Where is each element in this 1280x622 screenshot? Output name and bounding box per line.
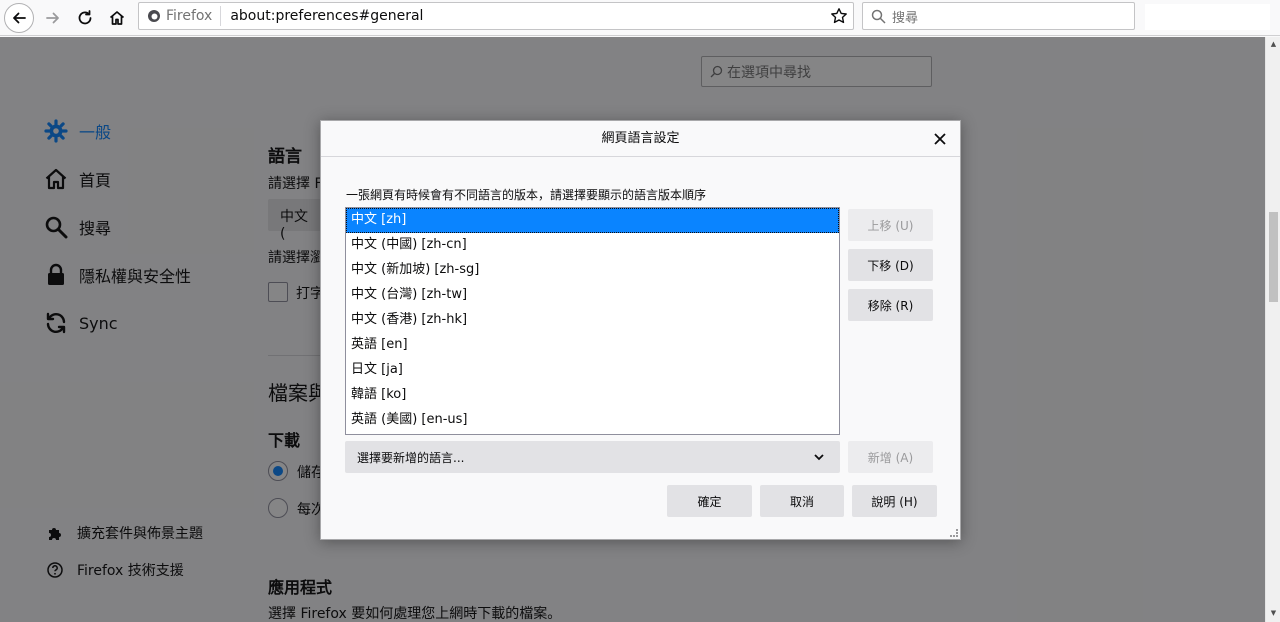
list-item[interactable]: 中文 (新加坡) [zh-sg]: [346, 258, 839, 283]
cancel-button[interactable]: 取消: [760, 485, 844, 517]
list-item[interactable]: 英語 [en]: [346, 333, 839, 358]
search-icon: [871, 9, 886, 24]
list-item[interactable]: 中文 [zh]: [346, 208, 839, 233]
list-item[interactable]: 中文 (香港) [zh-hk]: [346, 308, 839, 333]
list-item[interactable]: 英語 (美國) [en-us]: [346, 408, 839, 433]
page-scrollbar[interactable]: ▲ ▼: [1265, 37, 1280, 622]
scroll-up-arrow-icon[interactable]: ▲: [1269, 40, 1278, 48]
dialog-description: 一張網頁有時候會有不同語言的版本，請選擇要顯示的語言版本順序: [346, 188, 707, 202]
dialog-title: 網頁語言設定: [321, 121, 960, 157]
arrow-left-icon: [13, 12, 26, 24]
list-item[interactable]: 中文 (中國) [zh-cn]: [346, 233, 839, 258]
back-button[interactable]: [4, 3, 34, 33]
chevron-down-icon: [814, 454, 824, 461]
add-button[interactable]: 新增 (A): [848, 441, 933, 473]
language-list[interactable]: 中文 [zh] 中文 (中國) [zh-cn] 中文 (新加坡) [zh-sg]…: [345, 207, 840, 435]
reload-button[interactable]: [70, 3, 100, 33]
close-icon: [934, 133, 946, 145]
identity-label: Firefox: [166, 8, 213, 24]
identity-box[interactable]: Firefox: [139, 6, 222, 26]
list-item[interactable]: 韓語 [ko]: [346, 383, 839, 408]
home-icon: [109, 11, 125, 25]
forward-button[interactable]: [38, 3, 68, 33]
scroll-down-arrow-icon[interactable]: ▼: [1269, 609, 1278, 617]
add-language-placeholder: 選擇要新增的語言...: [357, 450, 465, 465]
bookmark-star-button[interactable]: [825, 7, 853, 25]
scrollbar-thumb[interactable]: [1269, 212, 1278, 302]
remove-button[interactable]: 移除 (R): [848, 289, 933, 321]
ok-button[interactable]: 確定: [667, 485, 752, 517]
url-bar[interactable]: Firefox about:preferences#general: [138, 2, 854, 30]
dialog-close-button[interactable]: [930, 129, 950, 149]
help-button[interactable]: 說明 (H): [852, 485, 937, 517]
reload-icon: [78, 10, 92, 25]
url-text[interactable]: about:preferences#general: [221, 8, 825, 24]
star-icon: [831, 8, 847, 24]
add-language-select[interactable]: 選擇要新增的語言...: [345, 441, 840, 473]
firefox-icon: [148, 10, 160, 22]
resize-grip-icon[interactable]: [950, 529, 958, 537]
toolbar-blank-area: [1145, 4, 1270, 30]
arrow-right-icon: [46, 12, 59, 24]
search-bar[interactable]: 搜尋: [862, 2, 1135, 30]
browser-toolbar: Firefox about:preferences#general 搜尋: [0, 0, 1280, 36]
list-item[interactable]: 日文 [ja]: [346, 358, 839, 383]
move-down-button[interactable]: 下移 (D): [848, 249, 933, 281]
webpage-language-dialog: 網頁語言設定 一張網頁有時候會有不同語言的版本，請選擇要顯示的語言版本順序 中文…: [320, 120, 961, 540]
move-up-button[interactable]: 上移 (U): [848, 209, 933, 241]
home-button[interactable]: [102, 3, 132, 33]
list-item[interactable]: 中文 (台灣) [zh-tw]: [346, 283, 839, 308]
search-placeholder: 搜尋: [892, 10, 919, 26]
